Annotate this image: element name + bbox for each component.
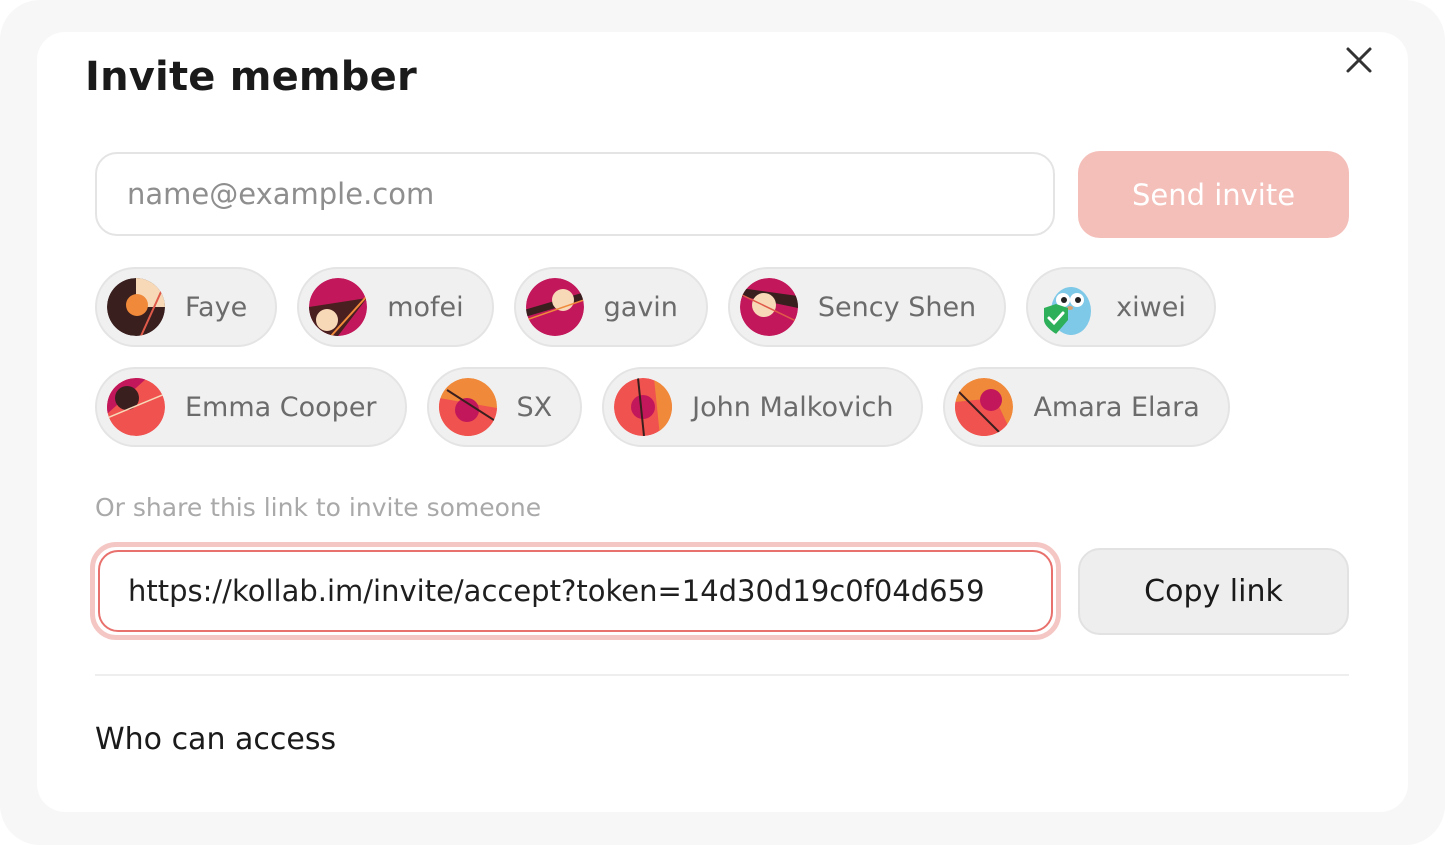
member-chip-amara-elara[interactable]: Amara Elara	[943, 367, 1230, 447]
window-frame: Invite member Send invite	[0, 0, 1445, 845]
chip-row: Emma Cooper SX John Malkovich Amara Elar…	[95, 367, 1355, 447]
access-section-title: Who can access	[95, 722, 337, 757]
invite-dialog: Invite member Send invite	[37, 32, 1408, 812]
close-icon	[1346, 47, 1372, 73]
avatar	[309, 278, 368, 336]
member-name: gavin	[603, 291, 678, 323]
copy-link-button[interactable]: Copy link	[1078, 548, 1349, 635]
share-hint: Or share this link to invite someone	[95, 493, 542, 522]
avatar	[614, 378, 673, 436]
email-input[interactable]	[95, 152, 1055, 236]
divider	[95, 674, 1349, 676]
member-chip-emma-cooper[interactable]: Emma Cooper	[95, 367, 407, 447]
avatar	[107, 378, 165, 436]
member-name: John Malkovich	[692, 391, 894, 423]
member-name: SX	[516, 391, 553, 423]
member-name: xiwei	[1116, 291, 1186, 323]
invite-link-field[interactable]	[98, 550, 1053, 632]
member-chip-xiwei[interactable]: xiwei	[1026, 267, 1216, 347]
dialog-title: Invite member	[85, 54, 417, 100]
member-name: Amara Elara	[1033, 391, 1200, 423]
member-name: Emma Cooper	[185, 391, 377, 423]
link-field-focus-ring	[90, 542, 1061, 640]
member-name: Sency Shen	[817, 291, 977, 323]
member-chip-gavin[interactable]: gavin	[513, 267, 708, 347]
member-chip-sx[interactable]: SX	[426, 367, 583, 447]
close-button[interactable]	[1341, 42, 1377, 78]
member-chip-mofei[interactable]: mofei	[297, 267, 494, 347]
avatar	[739, 278, 798, 336]
member-chip-sency-shen[interactable]: Sency Shen	[727, 267, 1007, 347]
member-chips: Faye mofei gavin Sency Shen xiwei Emma C…	[95, 267, 1355, 467]
member-chip-faye[interactable]: Faye	[95, 267, 278, 347]
avatar	[438, 378, 497, 436]
avatar	[1038, 278, 1097, 336]
member-chip-john-malkovich[interactable]: John Malkovich	[602, 367, 924, 447]
avatar	[107, 278, 165, 336]
avatar	[955, 378, 1014, 436]
send-invite-button[interactable]: Send invite	[1078, 151, 1349, 238]
member-name: mofei	[387, 291, 464, 323]
chip-row: Faye mofei gavin Sency Shen xiwei	[95, 267, 1355, 347]
member-name: Faye	[185, 291, 248, 323]
avatar	[525, 278, 584, 336]
